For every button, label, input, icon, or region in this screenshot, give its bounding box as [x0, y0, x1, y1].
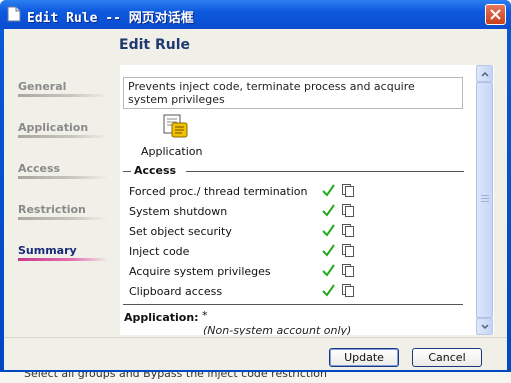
- permission-label: Acquire system privileges: [129, 265, 271, 278]
- permission-row: Set object security: [129, 223, 469, 241]
- permission-row: Clipboard access: [129, 283, 469, 301]
- check-icon: [322, 224, 335, 237]
- nav-underline: [18, 217, 108, 220]
- thumb-grip: [481, 201, 489, 202]
- check-icon: [322, 264, 335, 277]
- update-button[interactable]: Update: [329, 348, 399, 367]
- dialog-body: Edit Rule General Application Access Res…: [4, 29, 507, 370]
- section-rule: [123, 171, 131, 172]
- divider: [123, 304, 463, 305]
- permission-label: Set object security: [129, 225, 232, 238]
- background-text: Select all groups and Bypass the inject …: [24, 372, 327, 380]
- nav-underline: [18, 135, 108, 138]
- document-icon[interactable]: [342, 264, 354, 277]
- nav-item-general[interactable]: General: [18, 80, 66, 93]
- permission-label: Forced proc./ thread termination: [129, 185, 308, 198]
- permission-label: System shutdown: [129, 205, 228, 218]
- check-icon: [322, 284, 335, 297]
- nav-item-summary[interactable]: Summary: [18, 244, 77, 257]
- document-icon[interactable]: [342, 224, 354, 237]
- check-icon: [322, 204, 335, 217]
- nav-underline-active: [18, 258, 108, 261]
- title-bar[interactable]: Edit Rule -- 网页对话框: [0, 0, 511, 29]
- document-icon[interactable]: [342, 184, 354, 197]
- permission-row: Inject code: [129, 243, 469, 261]
- permission-row: Acquire system privileges: [129, 263, 469, 281]
- nav-item-application[interactable]: Application: [18, 121, 88, 134]
- document-icon[interactable]: [342, 284, 354, 297]
- section-rule: [186, 171, 464, 172]
- permission-row: Forced proc./ thread termination: [129, 183, 469, 201]
- document-icon[interactable]: [342, 204, 354, 217]
- vertical-scrollbar[interactable]: [476, 65, 493, 335]
- close-icon: [490, 9, 501, 20]
- application-summary-value: *: [202, 309, 208, 322]
- scroll-down-button[interactable]: [476, 318, 493, 335]
- scroll-thumb[interactable]: [476, 82, 493, 318]
- thumb-grip: [481, 195, 489, 196]
- dialog-window: Edit Rule -- 网页对话框 Edit Rule General App…: [0, 0, 511, 372]
- window-title: Edit Rule -- 网页对话框: [27, 11, 194, 26]
- close-button[interactable]: [485, 4, 506, 25]
- application-note: (Non-system account only): [203, 324, 352, 335]
- application-icon: [163, 114, 188, 138]
- background-window-strip: Select all groups and Bypass the inject …: [0, 372, 511, 383]
- dialog-title: Edit Rule: [119, 37, 190, 53]
- access-heading: Access: [134, 164, 177, 177]
- permission-label: Clipboard access: [129, 285, 223, 298]
- application-summary-label: Application:: [124, 311, 199, 324]
- permission-label: Inject code: [129, 245, 190, 258]
- permission-row: System shutdown: [129, 203, 469, 221]
- chevron-down-icon: [481, 324, 489, 330]
- thumb-grip: [481, 198, 489, 199]
- check-icon: [322, 244, 335, 257]
- dialog-header: Edit Rule: [4, 29, 507, 62]
- access-section-heading: Access: [123, 164, 464, 178]
- footer-divider: [4, 337, 507, 338]
- nav-underline: [18, 94, 108, 97]
- nav-underline: [18, 176, 108, 179]
- nav-item-restriction[interactable]: Restriction: [18, 203, 86, 216]
- application-label: Application: [141, 145, 203, 158]
- summary-panel[interactable]: Prevents inject code, terminate process …: [120, 65, 494, 335]
- check-icon: [322, 184, 335, 197]
- chevron-up-icon: [481, 71, 489, 77]
- cancel-button[interactable]: Cancel: [412, 348, 482, 367]
- nav-item-access[interactable]: Access: [18, 162, 60, 175]
- page-icon: [7, 6, 21, 22]
- rule-description: Prevents inject code, terminate process …: [123, 77, 463, 109]
- scroll-up-button[interactable]: [476, 65, 493, 82]
- document-icon[interactable]: [342, 244, 354, 257]
